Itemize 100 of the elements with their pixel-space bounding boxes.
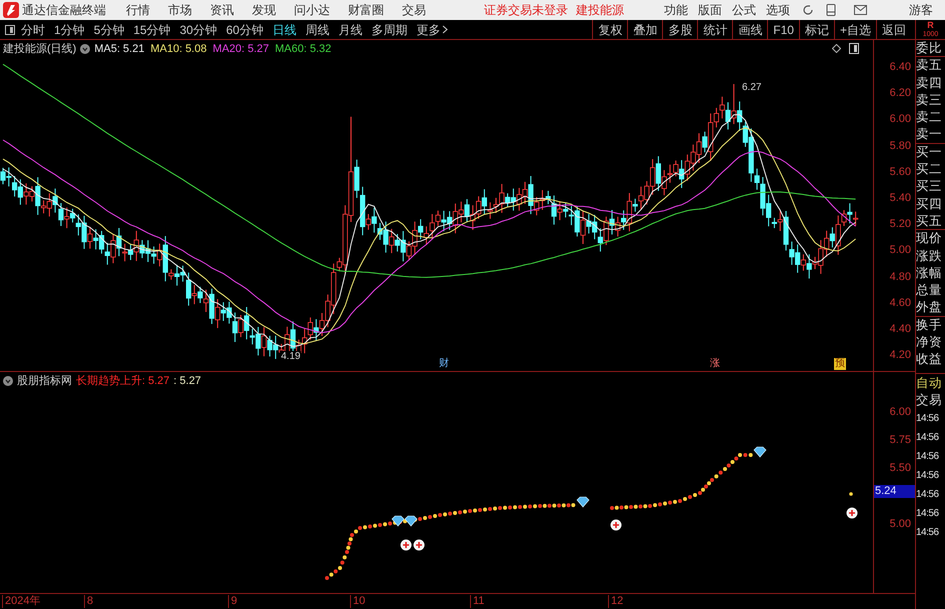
date-label: 8 (84, 595, 94, 608)
axis-label: 4.40 (890, 323, 911, 335)
phone-icon[interactable] (826, 4, 836, 16)
toolbar-button[interactable]: 标记 (798, 20, 834, 39)
panel-toggle-icon[interactable] (5, 24, 15, 34)
toolbar-button[interactable]: +自选 (834, 20, 876, 39)
mail-icon[interactable] (854, 5, 867, 15)
toolbar-button[interactable]: 画线 (732, 20, 768, 39)
plus-circle-icon (610, 520, 622, 530)
trade-time: 14:56 (916, 430, 940, 445)
current-value-badge: 5.24 (874, 485, 915, 498)
trade-time: 14:56 (916, 450, 940, 464)
period-tab[interactable]: 15分钟 (133, 20, 171, 38)
toolbar-button[interactable]: 返回 (876, 20, 911, 39)
quote-label: 委比 (916, 40, 945, 58)
signal-label: 长期趋势上升: 5.27 (76, 374, 170, 389)
moving-average-label: MA10: 5.08 (150, 42, 207, 57)
quote-label: 买五 (916, 212, 945, 230)
menu-item[interactable]: 交易 (402, 1, 426, 19)
axis-label: 5.00 (890, 518, 911, 530)
menu-item[interactable]: 选项 (766, 1, 790, 19)
period-tab[interactable]: 多周期 (371, 20, 408, 38)
quote-label: 收益 (916, 351, 943, 368)
quote-label: 现价 (916, 230, 943, 248)
axis-label: 5.00 (890, 244, 911, 256)
period-tab[interactable]: 周线 (305, 20, 330, 38)
menu-item[interactable]: 财富圈 (348, 1, 384, 19)
period-tab[interactable]: 月线 (338, 20, 362, 38)
indicator-title: 股朋指标网 (17, 374, 72, 389)
quote-label: 涨跌 (916, 248, 943, 265)
app-title: 通达信金融终端 (22, 2, 106, 19)
settings-icon[interactable] (3, 376, 13, 386)
axis-label: 5.20 (890, 218, 911, 230)
more-menu[interactable]: 更多 (416, 20, 448, 38)
diamond-icon (576, 496, 590, 508)
diamond-icon[interactable] (832, 44, 841, 53)
menu-item[interactable]: 问小达 (294, 1, 330, 19)
axis-label: 6.40 (890, 61, 911, 73)
quote-label: 卖三 (916, 92, 943, 109)
quote-label: 买四 (916, 196, 943, 213)
event-marker: 预 (834, 358, 846, 370)
moving-average-label: MA5: 5.21 (94, 42, 144, 57)
panel-toggle-icon[interactable] (849, 43, 859, 54)
menu-item[interactable]: 发现 (252, 1, 276, 19)
quote-label: 换手 (916, 316, 943, 334)
period-tab[interactable]: 1分钟 (54, 20, 85, 38)
quote-label: 卖二 (916, 109, 943, 126)
toolbar-button[interactable]: 叠加 (627, 20, 662, 39)
period-tab[interactable]: 日线 (272, 20, 296, 38)
date-label: 2024年 (2, 595, 40, 608)
menu-item[interactable]: 市场 (168, 1, 192, 19)
diamond-icon (404, 516, 418, 526)
toolbar-button[interactable]: 复权 (592, 20, 628, 39)
plus-circle-icon (400, 540, 412, 550)
period-tab[interactable]: 分时 (21, 20, 45, 38)
settings-icon[interactable] (80, 44, 90, 54)
trade-subtitle: 交易 (916, 392, 943, 409)
axis-label: 5.80 (890, 140, 911, 152)
menu-item[interactable]: 公式 (732, 1, 756, 19)
menu-item[interactable]: 资讯 (210, 1, 234, 19)
notice-link[interactable]: 建投能源 (576, 1, 624, 19)
menu-item[interactable]: 功能 (664, 1, 688, 19)
axis-label: 4.80 (890, 270, 911, 283)
period-tab[interactable]: 60分钟 (226, 20, 264, 38)
axis-label: 5.75 (890, 434, 911, 446)
app-logo-icon (3, 2, 19, 18)
date-label: 9 (228, 595, 238, 608)
trade-time: 14:56 (916, 468, 940, 483)
quote-label: 卖五 (916, 57, 943, 74)
period-tab[interactable]: 5分钟 (94, 20, 124, 38)
quote-label: 净资 (916, 334, 943, 352)
trade-title: 自动 (916, 372, 945, 391)
notice-link[interactable]: 证券交易未登录 (484, 1, 568, 19)
quote-label: 卖四 (916, 74, 943, 92)
quote-label: 总量 (916, 282, 943, 300)
toolbar-button[interactable]: 多股 (662, 20, 698, 39)
date-label: 10 (350, 595, 366, 608)
quote-label: 买二 (916, 161, 943, 178)
quote-label: 买三 (916, 178, 943, 196)
period-tab[interactable]: 30分钟 (180, 20, 218, 38)
menu-item[interactable]: 行情 (126, 1, 150, 19)
menu-item[interactable]: 版面 (698, 1, 722, 19)
toolbar-button[interactable]: F10 (767, 20, 799, 39)
chevron-right-icon[interactable] (442, 25, 448, 34)
high-price-label: 6.27 (742, 81, 762, 95)
axis-label: 5.50 (890, 462, 911, 474)
toolbar-button[interactable]: 统计 (697, 20, 732, 39)
trade-time: 14:56 (916, 526, 940, 540)
quote-label: 卖一 (916, 126, 945, 144)
moving-average-label: MA20: 5.27 (212, 42, 269, 57)
plus-circle-icon (846, 508, 858, 518)
quote-label: 涨幅 (916, 264, 943, 282)
user-label[interactable]: 游客 (909, 1, 933, 19)
low-price-label: 4.19 (280, 351, 302, 362)
chart-title: 建投能源(日线) (3, 42, 76, 57)
trade-time: 14:56 (916, 488, 940, 502)
event-marker: 财 (438, 358, 450, 370)
refresh-icon[interactable] (802, 4, 814, 16)
axis-label: 5.60 (890, 166, 911, 178)
quote-label: 买一 (916, 144, 943, 161)
